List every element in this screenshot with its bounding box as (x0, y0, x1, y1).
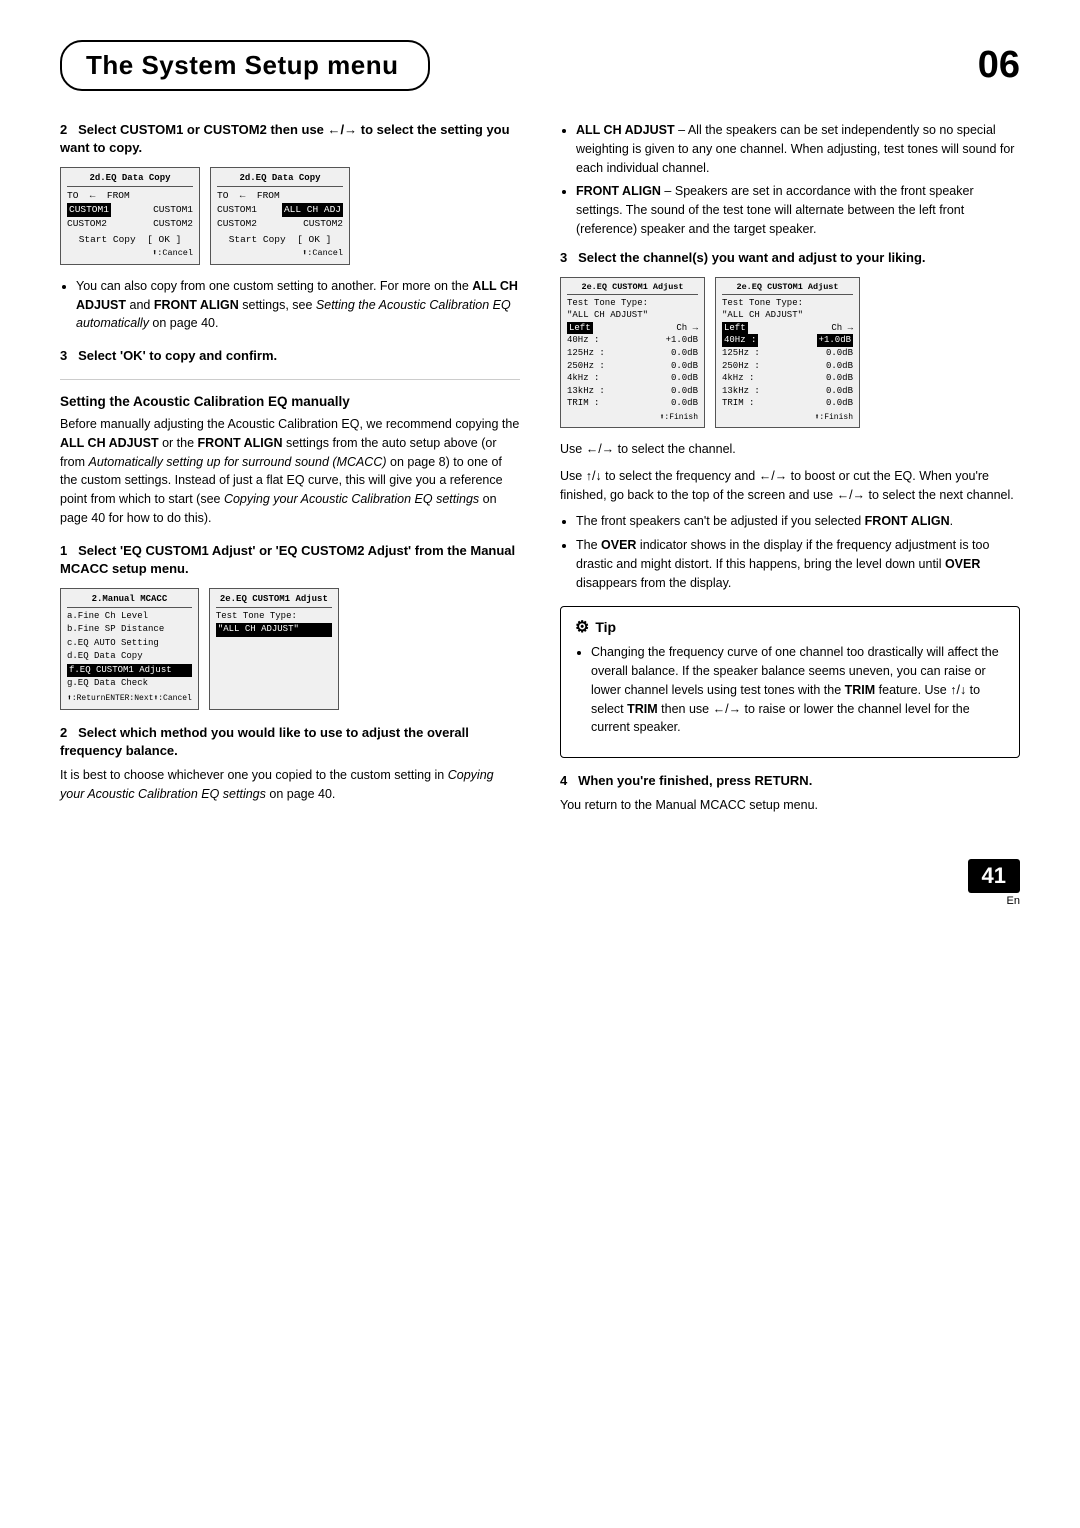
eq-screen-a: 2e.EQ CUSTOM1 Adjust Test Tone Type: "AL… (560, 277, 705, 428)
manual-eq-intro: Before manually adjusting the Acoustic C… (60, 415, 520, 528)
eq-screen-b: 2e.EQ CUSTOM1 Adjust Test Tone Type: "AL… (715, 277, 860, 428)
mcacc-item-2: b.Fine SP Distance (67, 623, 192, 637)
eq-row-40hz-a: 40Hz :+1.0dB (567, 334, 698, 347)
screen-container-copy: 2d.EQ Data Copy TO ← FROM CUSTOM1 CUSTOM… (60, 167, 520, 264)
right-column: ALL CH ADJUST – All the speakers can be … (560, 121, 1020, 829)
screen-copy-2-cancel: ⬆:Cancel (217, 247, 343, 259)
screen-copy-1-cancel: ⬆:Cancel (67, 247, 193, 259)
tip-label: Tip (595, 619, 616, 635)
eq-row-250hz-a: 250Hz :0.0dB (567, 360, 698, 373)
eq-screen-a-title: 2e.EQ CUSTOM1 Adjust (567, 282, 698, 295)
eq-screen-a-tone-val: "ALL CH ADJUST" (567, 309, 698, 322)
section-divider (60, 379, 520, 380)
subsection-title: Setting the Acoustic Calibration EQ manu… (60, 394, 520, 409)
page-title: The System Setup menu (60, 40, 430, 91)
bullet-copy-info: You can also copy from one custom settin… (76, 277, 520, 333)
eq-tone-type-val: "ALL CH ADJUST" (216, 623, 332, 637)
tip-box: ⚙ Tip Changing the frequency curve of on… (560, 606, 1020, 758)
screen-copy-1-ok: Start Copy [ OK ] (67, 233, 193, 247)
eq-screen-a-channel: Left Ch → (567, 322, 698, 335)
step-4-block: 4 When you're finished, press RETURN. Yo… (560, 772, 1020, 815)
eq-screen-b-tone: Test Tone Type: (722, 297, 853, 310)
bullet-front-align-note: The front speakers can't be adjusted if … (576, 512, 1020, 531)
screen-copy-1-header: TO ← FROM (67, 189, 193, 203)
step-4-para: You return to the Manual MCACC setup men… (560, 796, 1020, 815)
bullet-front-align: FRONT ALIGN – Speakers are set in accord… (576, 182, 1020, 238)
main-content: 2 Select CUSTOM1 or CUSTOM2 then use ←/→… (60, 121, 1020, 829)
mcacc-menu-screen: 2.Manual MCACC a.Fine Ch Level b.Fine SP… (60, 588, 199, 710)
eq-screen-b-channel: Left Ch → (722, 322, 853, 335)
tip-list: Changing the frequency curve of one chan… (575, 643, 1005, 737)
language-label: En (968, 895, 1020, 907)
eq-row-4khz-b: 4kHz :0.0dB (722, 372, 853, 385)
tip-title: ⚙ Tip (575, 617, 1005, 637)
step-2b-heading: 2 Select which method you would like to … (60, 724, 520, 760)
page-footer: 41 En (60, 859, 1020, 907)
step-3-right-block: 3 Select the channel(s) you want and adj… (560, 249, 1020, 593)
eq-row-125hz-b: 125Hz :0.0dB (722, 347, 853, 360)
eq-row-250hz-b: 250Hz :0.0dB (722, 360, 853, 373)
screen-copy-1-row2: CUSTOM2 CUSTOM2 (67, 217, 193, 231)
use-updown-para: Use ↑/↓ to select the frequency and ←/→ … (560, 467, 1020, 505)
screen-copy-2-header: TO ← FROM (217, 189, 343, 203)
mcacc-item-1: a.Fine Ch Level (67, 610, 192, 624)
eq-row-trim-a: TRIM :0.0dB (567, 397, 698, 410)
step-2-bullets: You can also copy from one custom settin… (60, 277, 520, 333)
bullet-all-ch: ALL CH ADJUST – All the speakers can be … (576, 121, 1020, 177)
subsection-manual-eq: Setting the Acoustic Calibration EQ manu… (60, 394, 520, 528)
bullet-over-indicator: The OVER indicator shows in the display … (576, 536, 1020, 592)
eq-row-40hz-b: 40Hz :+1.0dB (722, 334, 853, 347)
screen-copy-2: 2d.EQ Data Copy TO ← FROM CUSTOM1 ALL CH… (210, 167, 350, 264)
step-3-right-heading: 3 Select the channel(s) you want and adj… (560, 249, 1020, 267)
step-1-manual-heading: 1 Select 'EQ CUSTOM1 Adjust' or 'EQ CUST… (60, 542, 520, 578)
tip-icon: ⚙ (575, 617, 589, 637)
mcacc-title: 2.Manual MCACC (67, 593, 192, 608)
mcacc-footer: ⬆:Return ENTER:Next ⬆:Cancel (67, 693, 192, 705)
step-2b-para: It is best to choose whichever one you c… (60, 766, 520, 804)
eq-row-13khz-a: 13kHz :0.0dB (567, 385, 698, 398)
step-2b-block: 2 Select which method you would like to … (60, 724, 520, 804)
page: The System Setup menu 06 2 Select CUSTOM… (0, 0, 1080, 1528)
page-number: 41 (968, 859, 1020, 893)
mcacc-item-5-highlight: f.EQ CUSTOM1 Adjust (67, 664, 192, 678)
eq-screen-a-finish: ⬆:Finish (567, 412, 698, 423)
eq-adjust-bullets: The front speakers can't be adjusted if … (560, 512, 1020, 592)
step-2-heading: 2 Select CUSTOM1 or CUSTOM2 then use ←/→… (60, 121, 520, 157)
screen-copy-1-row1: CUSTOM1 CUSTOM1 (67, 203, 193, 217)
eq-custom-title: 2e.EQ CUSTOM1 Adjust (216, 593, 332, 608)
step-2-block: 2 Select CUSTOM1 or CUSTOM2 then use ←/→… (60, 121, 520, 333)
eq-row-trim-b: TRIM :0.0dB (722, 397, 853, 410)
use-arrows-ch: Use ←/→ to select the channel. (560, 440, 1020, 459)
eq-custom-screen: 2e.EQ CUSTOM1 Adjust Test Tone Type: "AL… (209, 588, 339, 710)
screen-copy-1: 2d.EQ Data Copy TO ← FROM CUSTOM1 CUSTOM… (60, 167, 200, 264)
step-3-heading: 3 Select 'OK' to copy and confirm. (60, 347, 520, 365)
eq-row-125hz-a: 125Hz :0.0dB (567, 347, 698, 360)
eq-screen-b-finish: ⬆:Finish (722, 412, 853, 423)
mcacc-item-6: g.EQ Data Check (67, 677, 192, 691)
eq-screen-a-tone: Test Tone Type: (567, 297, 698, 310)
screen-copy-2-title: 2d.EQ Data Copy (217, 172, 343, 187)
step-4-heading: 4 When you're finished, press RETURN. (560, 772, 1020, 790)
eq-screen-b-title: 2e.EQ CUSTOM1 Adjust (722, 282, 853, 295)
mcacc-item-4: d.EQ Data Copy (67, 650, 192, 664)
screen-copy-2-row1: CUSTOM1 ALL CH ADJ (217, 203, 343, 217)
screen-copy-2-ok: Start Copy [ OK ] (217, 233, 343, 247)
eq-row-4khz-a: 4kHz :0.0dB (567, 372, 698, 385)
page-header: The System Setup menu 06 (60, 40, 1020, 91)
mcacc-item-3: c.EQ AUTO Setting (67, 637, 192, 651)
step-3-block: 3 Select 'OK' to copy and confirm. (60, 347, 520, 365)
mcacc-screen-container: 2.Manual MCACC a.Fine Ch Level b.Fine SP… (60, 588, 520, 710)
eq-row-13khz-b: 13kHz :0.0dB (722, 385, 853, 398)
eq-screen-b-tone-val: "ALL CH ADJUST" (722, 309, 853, 322)
chapter-number: 06 (978, 44, 1020, 87)
left-column: 2 Select CUSTOM1 or CUSTOM2 then use ←/→… (60, 121, 520, 829)
method-bullets: ALL CH ADJUST – All the speakers can be … (560, 121, 1020, 239)
step-1-manual-block: 1 Select 'EQ CUSTOM1 Adjust' or 'EQ CUST… (60, 542, 520, 710)
eq-adjust-screens: 2e.EQ CUSTOM1 Adjust Test Tone Type: "AL… (560, 277, 1020, 428)
screen-copy-1-title: 2d.EQ Data Copy (67, 172, 193, 187)
screen-copy-2-row2: CUSTOM2 CUSTOM2 (217, 217, 343, 231)
eq-tone-type-label: Test Tone Type: (216, 610, 332, 624)
tip-content: Changing the frequency curve of one chan… (591, 643, 1005, 737)
